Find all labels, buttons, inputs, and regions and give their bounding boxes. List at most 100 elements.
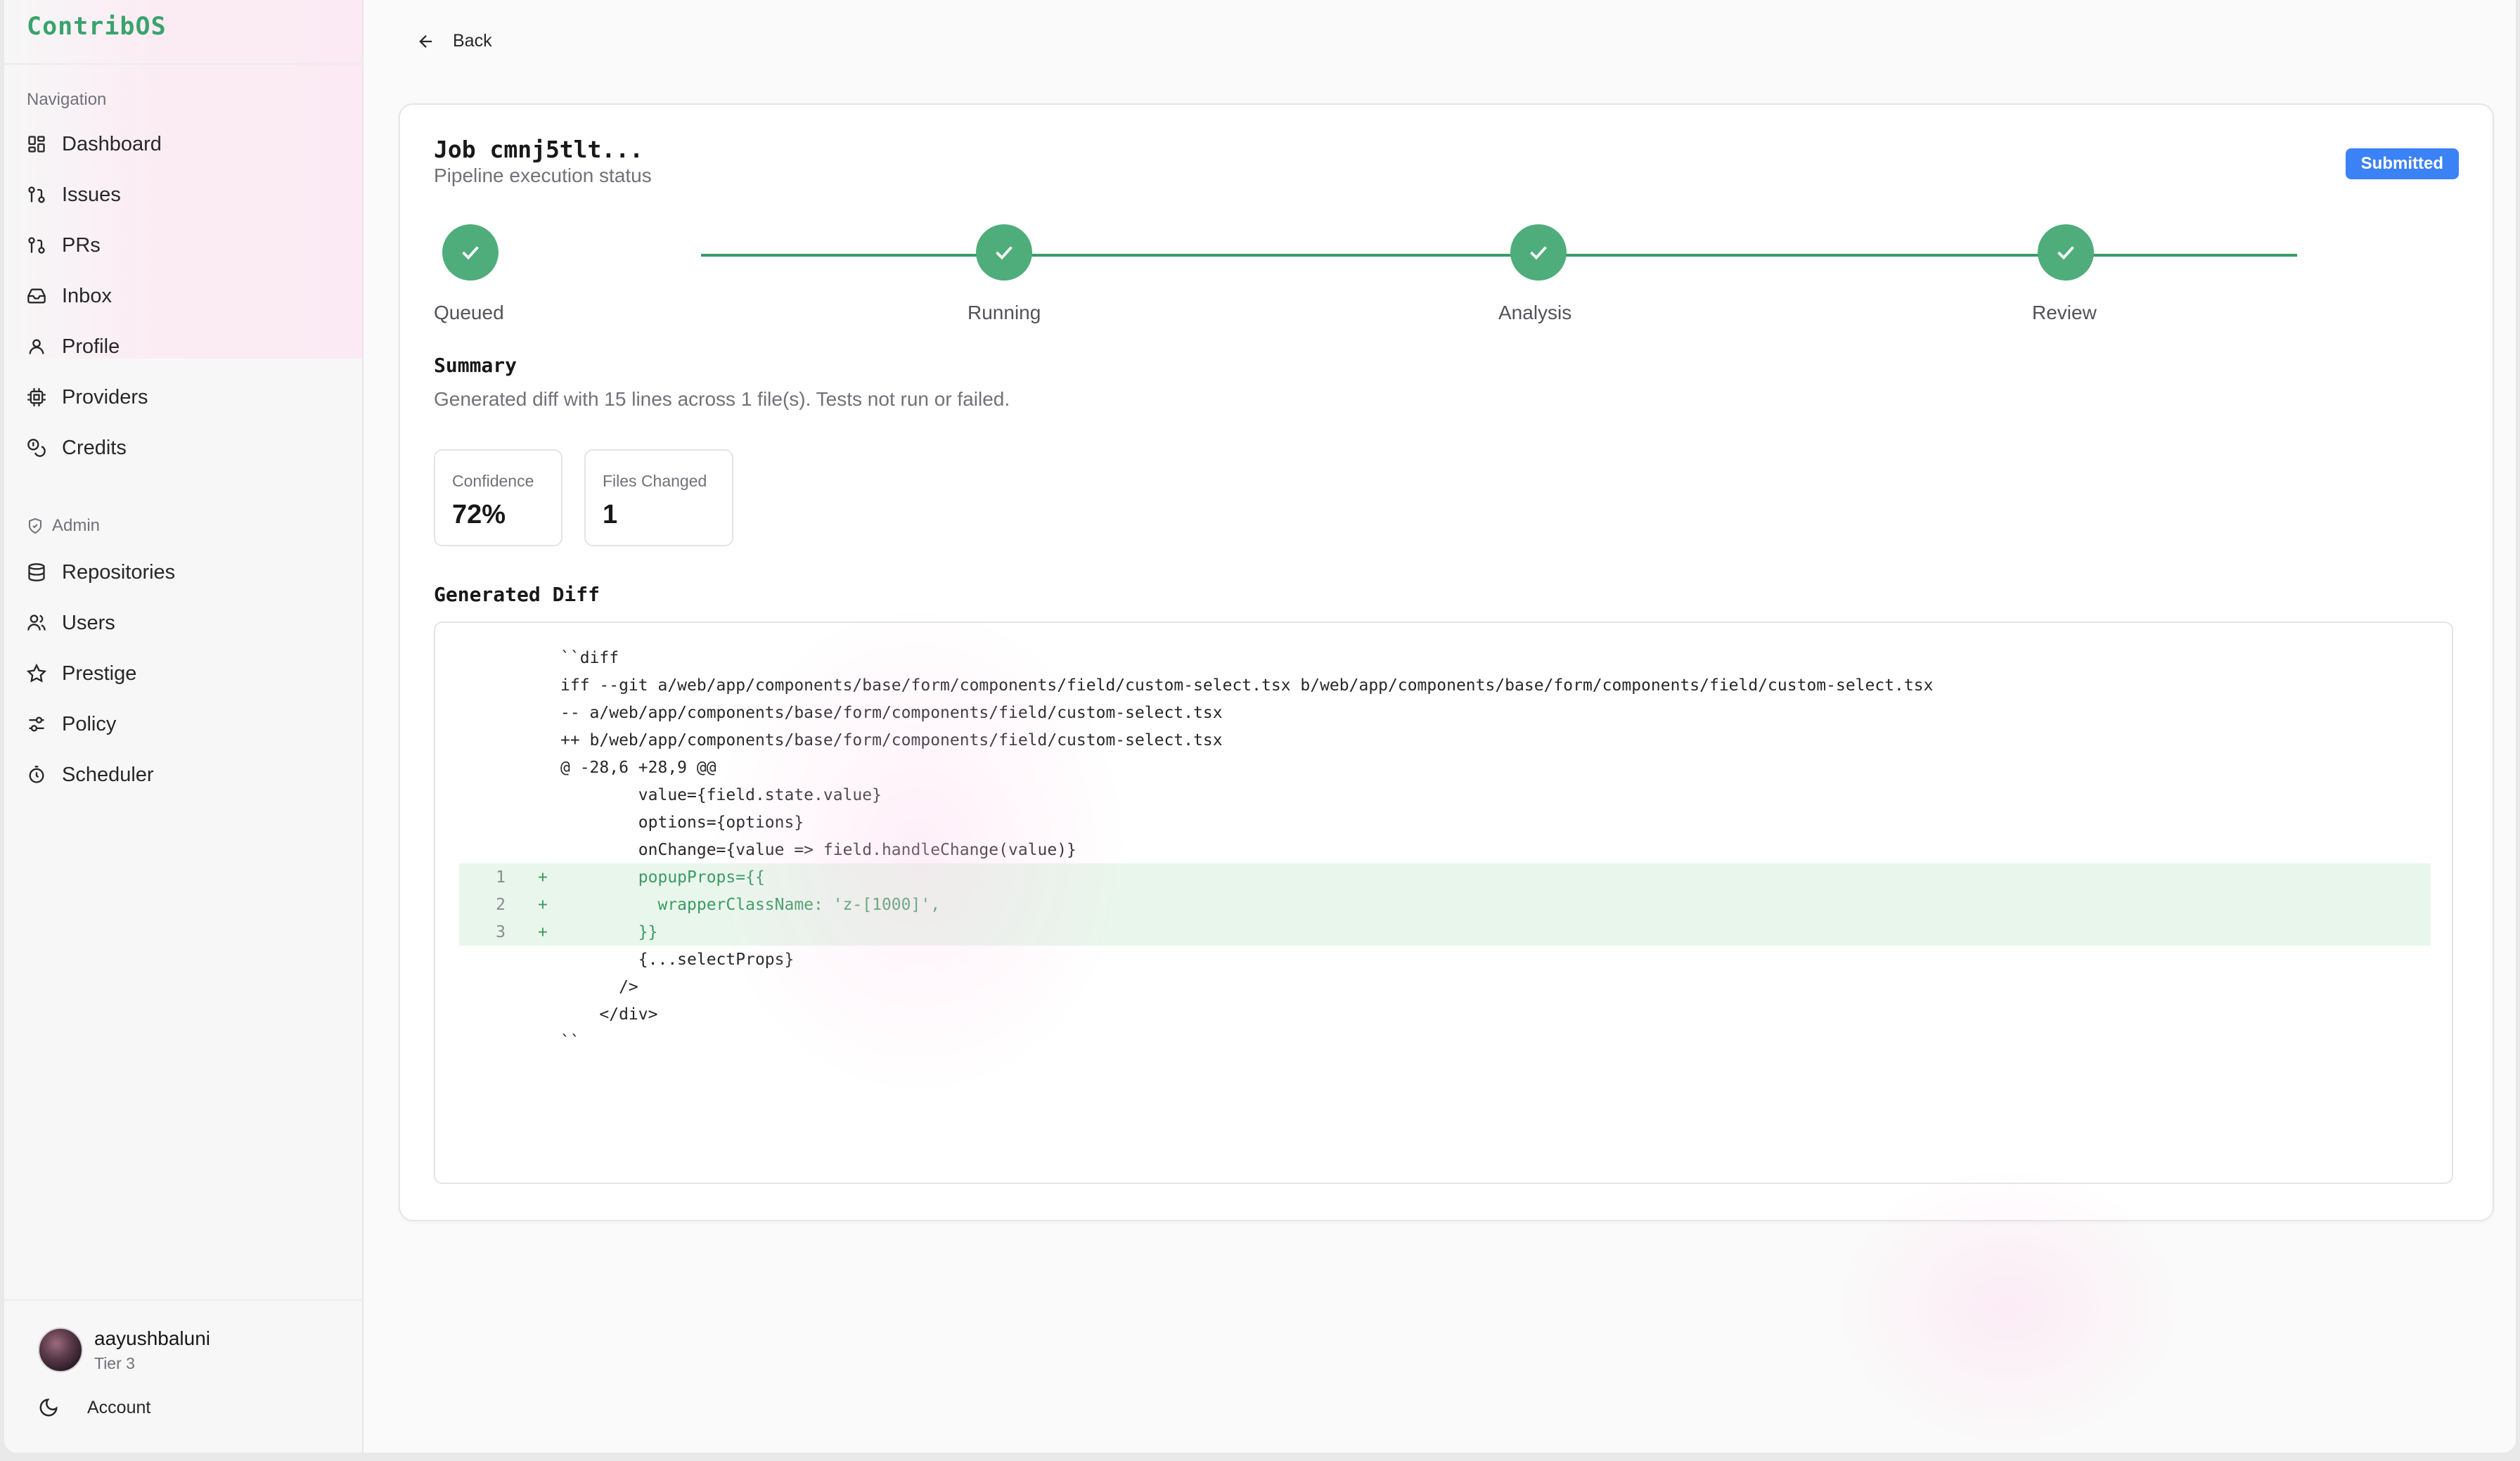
sidebar-item-scheduler[interactable]: Scheduler xyxy=(27,755,350,794)
user-icon xyxy=(27,337,46,356)
diff-line-number: 3 xyxy=(496,922,506,941)
diff-line-code: iff --git a/web/app/components/base/form… xyxy=(560,676,1934,695)
avatar[interactable] xyxy=(38,1327,83,1372)
diff-line: /> xyxy=(459,973,2431,1000)
stat-value: 72% xyxy=(452,500,506,529)
diff-line-added: 3 + }} xyxy=(459,918,2431,946)
step-review-check xyxy=(2038,224,2094,281)
sidebar-item-label: Providers xyxy=(62,385,148,408)
sidebar-item-prs[interactable]: PRs xyxy=(27,226,350,265)
account-button[interactable]: Account xyxy=(38,1392,150,1423)
summary-title: Summary xyxy=(434,354,518,377)
diff-line-code: ``diff xyxy=(560,648,619,667)
sidebar-item-prestige[interactable]: Prestige xyxy=(27,654,350,693)
sidebar-item-credits[interactable]: Credits xyxy=(27,428,350,468)
chip-icon xyxy=(27,387,46,407)
sidebar-item-repositories[interactable]: Repositories xyxy=(27,553,350,592)
step-running-label: Running xyxy=(968,302,1041,323)
dashboard-icon xyxy=(27,134,46,154)
timer-icon xyxy=(27,765,46,785)
sidebar-item-profile[interactable]: Profile xyxy=(27,327,350,366)
issues-icon xyxy=(27,185,46,205)
sidebar-item-policy[interactable]: Policy xyxy=(27,704,350,744)
admin-section-label: Admin xyxy=(27,516,100,536)
shield-icon xyxy=(29,517,41,534)
diff-line: ++ b/web/app/components/base/form/compon… xyxy=(459,726,2431,754)
diff-line-number: 2 xyxy=(496,895,506,914)
stat-label: Files Changed xyxy=(603,472,707,490)
sidebar-item-dashboard[interactable]: Dashboard xyxy=(27,124,350,164)
diff-line-number: 1 xyxy=(496,868,506,887)
diff-line: `` xyxy=(459,1028,2431,1055)
diff-viewer[interactable]: ``diff iff --git a/web/app/components/bas… xyxy=(434,622,2453,1184)
check-icon xyxy=(2057,246,2074,260)
diff-line: -- a/web/app/components/base/form/compon… xyxy=(459,699,2431,726)
stat-label: Confidence xyxy=(452,472,534,490)
sidebar-item-inbox[interactable]: Inbox xyxy=(27,276,350,316)
check-icon xyxy=(996,246,1012,260)
diff-line-code: {...selectProps} xyxy=(560,950,795,969)
stat-confidence: Confidence 72% xyxy=(434,449,562,546)
check-icon xyxy=(462,246,479,260)
sidebar-item-label: Credits xyxy=(62,436,127,459)
nav-section-label: Navigation xyxy=(27,90,107,109)
diff-line-code: options={options} xyxy=(560,813,804,832)
arrow-left-icon xyxy=(419,34,432,48)
status-badge: Submitted xyxy=(2345,148,2459,179)
diff-title: Generated Diff xyxy=(434,583,600,606)
pipeline-stepper: Queued Running Analysis Review xyxy=(434,224,2459,323)
job-subtitle: Pipeline execution status xyxy=(434,165,652,186)
diff-line: iff --git a/web/app/components/base/form… xyxy=(459,671,2431,699)
sidebar-item-label: Profile xyxy=(62,335,120,358)
sidebar-item-label: Policy xyxy=(62,712,117,735)
diff-line-marker: + xyxy=(538,922,548,941)
sidebar: ContribOS Navigation Dashboard Issues PR… xyxy=(4,0,364,1453)
diff-line-code: }} xyxy=(560,922,658,941)
coins-icon xyxy=(27,438,46,458)
star-icon xyxy=(27,664,46,683)
sidebar-item-label: Repositories xyxy=(62,560,176,584)
users-icon xyxy=(27,613,46,633)
step-queued-check xyxy=(442,224,499,281)
diff-line: ``diff xyxy=(459,644,2431,671)
diff-line: </div> xyxy=(459,1000,2431,1028)
diff-line-code: @ -28,6 +28,9 @@ xyxy=(560,758,716,777)
diff-line-added: 2 + wrapperClassName: 'z-[1000]', xyxy=(459,891,2431,918)
stat-value: 1 xyxy=(603,500,618,529)
app-window: ContribOS Navigation Dashboard Issues PR… xyxy=(4,0,2516,1453)
diff-line: onChange={value => field.handleChange(va… xyxy=(459,836,2431,863)
diff-line: options={options} xyxy=(459,809,2431,836)
user-name: aayushbaluni xyxy=(94,1327,211,1349)
diff-line-code: /> xyxy=(560,977,638,996)
database-icon xyxy=(27,562,46,582)
moon-icon[interactable] xyxy=(38,1397,59,1418)
sidebar-item-label: Dashboard xyxy=(62,132,162,155)
diff-line-marker: + xyxy=(538,868,548,887)
user-tier: Tier 3 xyxy=(94,1354,135,1372)
job-title: Job cmnj5tlt... xyxy=(434,136,644,163)
sidebar-item-label: Prestige xyxy=(62,662,137,685)
step-analysis-label: Analysis xyxy=(1498,302,1572,323)
sidebar-item-label: Users xyxy=(62,611,115,634)
sidebar-item-label: Scheduler xyxy=(62,763,154,786)
step-review-label: Review xyxy=(2032,302,2097,323)
sidebar-item-providers[interactable]: Providers xyxy=(27,378,350,417)
sidebar-item-issues[interactable]: Issues xyxy=(27,175,350,214)
check-icon xyxy=(1530,246,1547,260)
diff-line-code: </div> xyxy=(560,1005,658,1024)
diff-line: {...selectProps} xyxy=(459,946,2431,973)
back-label: Back xyxy=(453,31,492,51)
brand-header: ContribOS xyxy=(4,0,364,65)
brand-logo[interactable]: ContribOS xyxy=(27,13,167,41)
back-button[interactable]: Back xyxy=(416,31,492,51)
inbox-icon xyxy=(27,286,46,306)
step-running-check xyxy=(976,224,1032,281)
sidebar-item-label: Inbox xyxy=(62,284,112,307)
sidebar-item-users[interactable]: Users xyxy=(27,603,350,643)
sidebar-item-label: PRs xyxy=(62,233,101,257)
diff-line-code: onChange={value => field.handleChange(va… xyxy=(560,840,1076,859)
diff-line-code: ++ b/web/app/components/base/form/compon… xyxy=(560,730,1223,749)
diff-line: value={field.state.value} xyxy=(459,781,2431,809)
summary-text: Generated diff with 15 lines across 1 fi… xyxy=(434,388,1010,410)
diff-line-code: `` xyxy=(560,1032,580,1051)
